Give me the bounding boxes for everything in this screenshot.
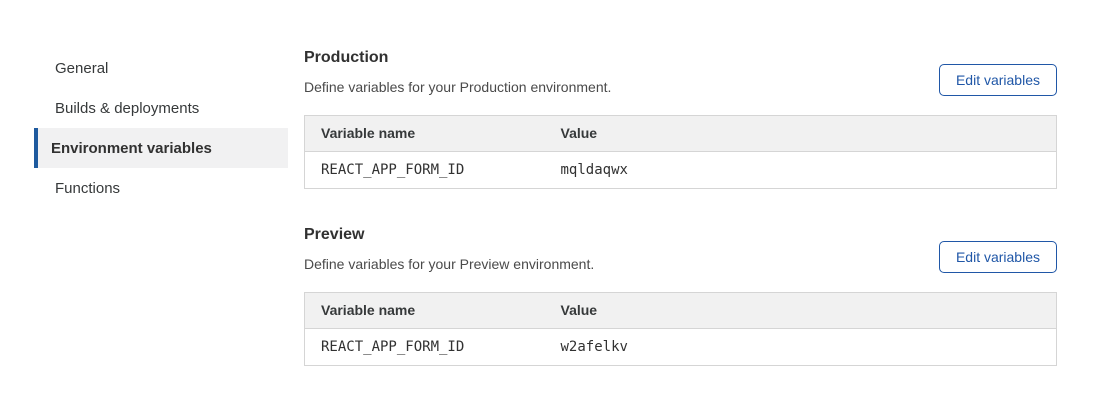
sidebar-item-label: Functions bbox=[55, 180, 120, 197]
preview-section-header: Preview Define variables for your Previe… bbox=[304, 225, 1057, 274]
production-variables-table: Variable name Value REACT_APP_FORM_ID mq… bbox=[304, 115, 1057, 189]
table-header-row: Variable name Value bbox=[305, 116, 1057, 152]
pages-settings-page: General Builds & deployments Environment… bbox=[0, 0, 1100, 402]
preview-title: Preview bbox=[304, 225, 594, 245]
edit-preview-variables-button[interactable]: Edit variables bbox=[939, 241, 1057, 273]
column-header-variable-name: Variable name bbox=[305, 116, 545, 152]
edit-production-variables-button[interactable]: Edit variables bbox=[939, 64, 1057, 96]
column-header-variable-name: Variable name bbox=[305, 293, 545, 329]
preview-section: Preview Define variables for your Previe… bbox=[304, 225, 1057, 366]
sidebar-item-functions[interactable]: Functions bbox=[34, 168, 288, 208]
production-section: Production Define variables for your Pro… bbox=[304, 48, 1057, 189]
preview-variables-table: Variable name Value REACT_APP_FORM_ID w2… bbox=[304, 292, 1057, 366]
variable-value-cell: w2afelkv bbox=[545, 329, 1057, 366]
settings-content: Production Define variables for your Pro… bbox=[304, 48, 1057, 402]
sidebar-item-environment-variables[interactable]: Environment variables bbox=[34, 128, 288, 168]
sidebar-item-label: Builds & deployments bbox=[55, 100, 199, 117]
variable-name-cell: REACT_APP_FORM_ID bbox=[305, 329, 545, 366]
variable-value-cell: mqldaqwx bbox=[545, 152, 1057, 189]
column-header-value: Value bbox=[545, 116, 1057, 152]
production-description: Define variables for your Production env… bbox=[304, 78, 611, 97]
table-header-row: Variable name Value bbox=[305, 293, 1057, 329]
production-titles: Production Define variables for your Pro… bbox=[304, 48, 611, 97]
production-title: Production bbox=[304, 48, 611, 68]
preview-description: Define variables for your Preview enviro… bbox=[304, 255, 594, 274]
preview-titles: Preview Define variables for your Previe… bbox=[304, 225, 594, 274]
sidebar-item-label: General bbox=[55, 60, 108, 77]
column-header-value: Value bbox=[545, 293, 1057, 329]
variable-name-cell: REACT_APP_FORM_ID bbox=[305, 152, 545, 189]
sidebar-item-builds-deployments[interactable]: Builds & deployments bbox=[34, 88, 288, 128]
sidebar-item-general[interactable]: General bbox=[34, 48, 288, 88]
table-row: REACT_APP_FORM_ID w2afelkv bbox=[305, 329, 1057, 366]
sidebar-item-label: Environment variables bbox=[51, 140, 212, 157]
settings-sidebar: General Builds & deployments Environment… bbox=[34, 48, 288, 208]
table-row: REACT_APP_FORM_ID mqldaqwx bbox=[305, 152, 1057, 189]
production-section-header: Production Define variables for your Pro… bbox=[304, 48, 1057, 97]
